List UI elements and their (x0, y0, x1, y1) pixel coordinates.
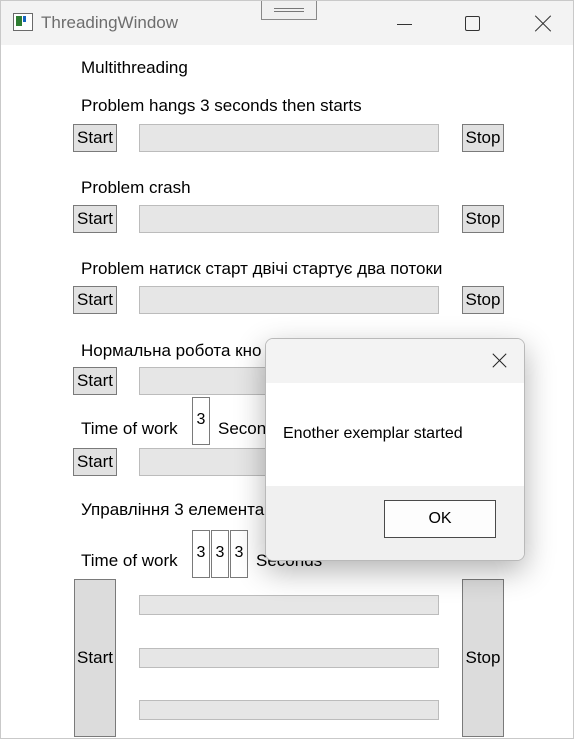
seconds-input-2[interactable]: 3 (211, 530, 229, 578)
dialog-footer: OK (266, 486, 524, 560)
start-button-hang[interactable]: Start (73, 124, 117, 152)
time-of-work-label: Time of work (81, 419, 178, 438)
section-label-double-start: Problem натиск старт двічі стартує два п… (81, 259, 443, 278)
window-title: ThreadingWindow (41, 13, 179, 32)
drag-handle-icon[interactable] (261, 1, 317, 20)
section-label-crash: Problem crash (81, 178, 191, 197)
seconds-input[interactable]: 3 (192, 397, 210, 445)
message-dialog: Enother exemplar started OK (265, 338, 525, 561)
section-label-normal: Нормальна робота кно (81, 341, 262, 360)
page-title: Multithreading (81, 58, 188, 77)
multi-time-of-work-label: Time of work (81, 551, 178, 570)
progress-bar-double-start (139, 286, 439, 314)
seconds-unit-label: Secon (218, 419, 267, 438)
seconds-input-3[interactable]: 3 (230, 530, 248, 578)
ok-button[interactable]: OK (384, 500, 496, 538)
progress-bar-multi-2 (139, 648, 439, 668)
start-button-normal[interactable]: Start (73, 367, 117, 395)
close-icon[interactable] (486, 349, 512, 373)
title-bar[interactable]: ThreadingWindow (1, 1, 573, 45)
start-button-multi[interactable]: Start (74, 579, 116, 737)
stop-button-hang[interactable]: Stop (462, 124, 504, 152)
stop-button-multi[interactable]: Stop (462, 579, 504, 737)
stop-button-double-start[interactable]: Stop (462, 286, 504, 314)
dialog-title-bar[interactable] (266, 339, 524, 383)
close-icon[interactable] (522, 9, 562, 37)
start-button-crash[interactable]: Start (73, 205, 117, 233)
app-icon (13, 13, 33, 31)
progress-bar-multi-3 (139, 700, 439, 720)
maximize-icon[interactable] (452, 9, 492, 37)
dialog-message: Enother exemplar started (283, 425, 463, 442)
progress-bar-crash (139, 205, 439, 233)
progress-bar-multi-1 (139, 595, 439, 615)
seconds-input-1[interactable]: 3 (192, 530, 210, 578)
stop-button-crash[interactable]: Stop (462, 205, 504, 233)
start-button-timed[interactable]: Start (73, 448, 117, 476)
section-label-hang: Problem hangs 3 seconds then starts (81, 96, 362, 115)
minimize-icon[interactable] (384, 9, 424, 37)
start-button-double-start[interactable]: Start (73, 286, 117, 314)
progress-bar-hang (139, 124, 439, 152)
section-label-multi: Управління 3 елемента (81, 500, 265, 519)
